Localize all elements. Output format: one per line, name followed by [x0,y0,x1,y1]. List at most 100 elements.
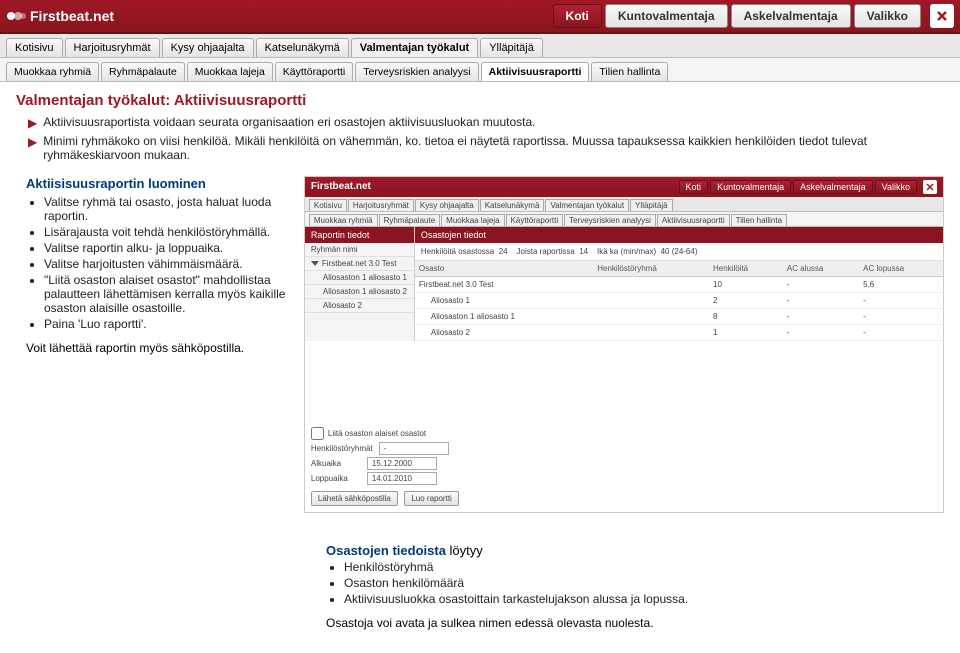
stat-v1: 24 [499,247,508,256]
mock-sub-5[interactable]: Ylläpitäjä [630,199,672,211]
instructions-panel: Aktiisisuusraportin luominen Valitse ryh… [16,176,292,355]
left-item-4: "Liitä osaston alaiset osastot" mahdolli… [44,273,292,315]
left-item-5: Paina 'Luo raportti'. [44,317,292,331]
mock-nav-kunto[interactable]: Kuntovalmentaja [710,180,791,194]
mock-col-1: Henkilöstöryhmä [593,261,709,277]
third-tab-4[interactable]: Terveysriskien analyysi [355,62,478,81]
mock-side-label: Ryhmän nimi [305,243,414,257]
mock-create-button[interactable]: Luo raportti [404,491,458,506]
left-item-3: Valitse harjoitusten vähimmäismäärä. [44,257,292,271]
close-icon[interactable] [930,4,954,28]
sub-tab-1[interactable]: Harjoitusryhmät [65,38,160,57]
mock-side-item-2[interactable]: Aliosasto 2 [305,299,414,313]
mock-sub-4[interactable]: Valmentajan työkalut [545,199,629,211]
bottom-item-1: Osaston henkilömäärä [344,576,886,590]
mock-from-input[interactable]: 15.12.2000 [367,457,437,470]
left-item-0: Valitse ryhmä tai osasto, josta haluat l… [44,195,292,223]
mock-third-4[interactable]: Terveysriskien analyysi [564,214,656,226]
mock-nav-valikko[interactable]: Valikko [875,180,917,194]
third-tab-6[interactable]: Tilien hallinta [591,62,668,81]
instructions-title: Aktiisisuusraportin luominen [26,176,292,191]
mock-third-0[interactable]: Muokkaa ryhmiä [309,214,378,226]
third-tab-1[interactable]: Ryhmäpalaute [101,62,185,81]
mock-table: OsastoHenkilöstöryhmäHenkilöitäAC alussa… [415,261,943,341]
instructions-footer: Voit lähettää raportin myös sähköpostill… [26,341,292,355]
stat-v2: 14 [579,247,588,256]
section-title: Valmentajan työkalut: Aktiivisuusraportt… [16,92,944,109]
logo-icon [6,8,26,24]
third-tabs: Muokkaa ryhmiäRyhmäpalauteMuokkaa lajeja… [0,58,960,82]
nav-askel[interactable]: Askelvalmentaja [731,4,851,28]
third-tab-0[interactable]: Muokkaa ryhmiä [6,62,99,81]
stat-l2: Joista raportissa [517,247,575,256]
third-tab-2[interactable]: Muokkaa lajeja [187,62,273,81]
mock-third-6[interactable]: Tilien hallinta [731,214,787,226]
mock-logo: Firstbeat.net [311,181,371,192]
mock-row-1[interactable]: Aliosasto 12-- [415,292,943,308]
mock-send-button[interactable]: Lähetä sähköpostilla [311,491,398,506]
nav-buttons: Koti Kuntovalmentaja Askelvalmentaja Val… [553,4,954,28]
mock-main-header: Osastojen tiedot [415,227,943,243]
mock-attach-label: Liitä osaston alaiset osastot [328,429,426,438]
arrow-icon: ▶ [28,134,37,151]
mock-attach-checkbox[interactable] [311,427,324,440]
mock-row-0[interactable]: Firstbeat.net 3.0 Test10-5,6 [415,276,943,292]
mock-col-2: Henkilöitä [709,261,783,277]
bottom-info: Osastojen tiedoista löytyy Henkilöstöryh… [326,543,886,630]
mock-sub-2[interactable]: Kysy ohjaajalta [415,199,479,211]
sub-tab-4[interactable]: Valmentajan työkalut [351,38,478,57]
arrow-icon: ▶ [28,115,37,132]
mock-hr-select[interactable]: - [379,442,449,455]
mock-hr-label: Henkilöstöryhmät [311,444,373,453]
intro-bullet-0: ▶Aktiivisuusraportista voidaan seurata o… [28,115,944,132]
content: Valmentajan työkalut: Aktiivisuusraportt… [0,82,960,640]
mock-close-icon[interactable] [923,180,937,194]
mock-sub-1[interactable]: Harjoitusryhmät [348,199,414,211]
sub-tabs: KotisivuHarjoitusryhmätKysy ohjaajaltaKa… [0,34,960,58]
nav-valikko[interactable]: Valikko [854,4,921,28]
mock-third-3[interactable]: Käyttöraportti [506,214,564,226]
mock-side-header: Raportin tiedot [305,227,414,243]
mock-sub-0[interactable]: Kotisivu [309,199,347,211]
mock-col-3: AC alussa [783,261,859,277]
third-tab-3[interactable]: Käyttöraportti [275,62,353,81]
mock-third-1[interactable]: Ryhmäpalaute [379,214,441,226]
nav-koti[interactable]: Koti [553,4,602,28]
bottom-title-rest: löytyy [446,543,483,558]
stat-l1: Henkilöitä osastossa [421,247,494,256]
mock-bottom: Liitä osaston alaiset osastot Henkilöstö… [305,421,943,512]
mock-row-2[interactable]: Aliosaston 1 aliosasto 18-- [415,308,943,324]
mock-third-5[interactable]: Aktiivisuusraportti [657,214,730,226]
sub-tab-5[interactable]: Ylläpitäjä [480,38,543,57]
mock-screenshot: Firstbeat.net Koti Kuntovalmentaja Askel… [304,176,944,513]
nav-kunto[interactable]: Kuntovalmentaja [605,4,728,28]
mock-side-item-1[interactable]: Aliosaston 1 aliosasto 2 [305,285,414,299]
mock-third-2[interactable]: Muokkaa lajeja [441,214,504,226]
sub-tab-3[interactable]: Katselunäkymä [256,38,349,57]
left-item-2: Valitse raportin alku- ja loppuaika. [44,241,292,255]
bottom-item-0: Henkilöstöryhmä [344,560,886,574]
bottom-title-bold: Osastojen tiedoista [326,543,446,558]
header-bar: Firstbeat.net Koti Kuntovalmentaja Askel… [0,0,960,34]
mock-row-3[interactable]: Aliosasto 21-- [415,324,943,340]
mock-sub-3[interactable]: Katselunäkymä [480,199,545,211]
bottom-footer: Osastoja voi avata ja sulkea nimen edess… [326,616,886,630]
mock-to-input[interactable]: 14.01.2010 [367,472,437,485]
logo: Firstbeat.net [6,8,114,24]
mock-from-label: Alkuaika [311,459,361,468]
logo-text: Firstbeat.net [30,8,114,24]
mock-col-0: Osasto [415,261,593,277]
stat-l3: Ikä ka (min/max) [597,247,656,256]
intro-bullet-1: ▶Minimi ryhmäkoko on viisi henkilöä. Mik… [28,134,944,162]
mock-col-4: AC lopussa [859,261,943,277]
sub-tab-0[interactable]: Kotisivu [6,38,63,57]
third-tab-5[interactable]: Aktiivisuusraportti [481,62,590,81]
sub-tab-2[interactable]: Kysy ohjaajalta [162,38,254,57]
mock-side-item-0[interactable]: Aliosaston 1 aliosasto 1 [305,271,414,285]
bottom-item-2: Aktiivisuusluokka osastoittain tarkastel… [344,592,886,606]
mock-to-label: Loppuaika [311,474,361,483]
mock-nav-askel[interactable]: Askelvalmentaja [793,180,873,194]
mock-tree-root[interactable]: Firstbeat.net 3.0 Test [305,257,414,271]
chevron-down-icon[interactable] [311,261,319,266]
mock-nav-koti[interactable]: Koti [679,180,709,194]
